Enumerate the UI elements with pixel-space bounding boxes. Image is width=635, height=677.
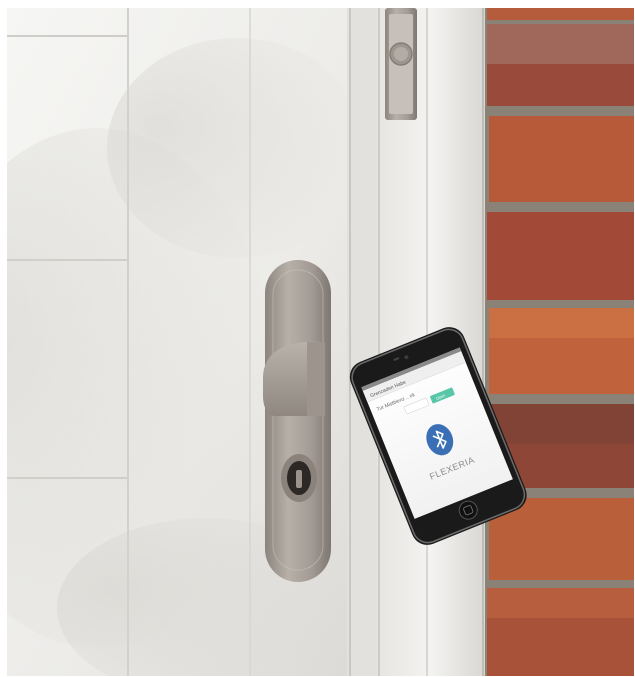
door-photo: Grenzaden Habe Tur Mistblenz .. ok Open …: [7, 8, 634, 676]
photo-scene: Grenzaden Habe Tur Mistblenz .. ok Open …: [7, 8, 634, 676]
lock-plate: [265, 260, 331, 582]
door-handle: [263, 260, 331, 582]
door-edge: [347, 8, 377, 676]
brick-wall: [485, 8, 634, 676]
doorbell-panel: [385, 8, 417, 120]
